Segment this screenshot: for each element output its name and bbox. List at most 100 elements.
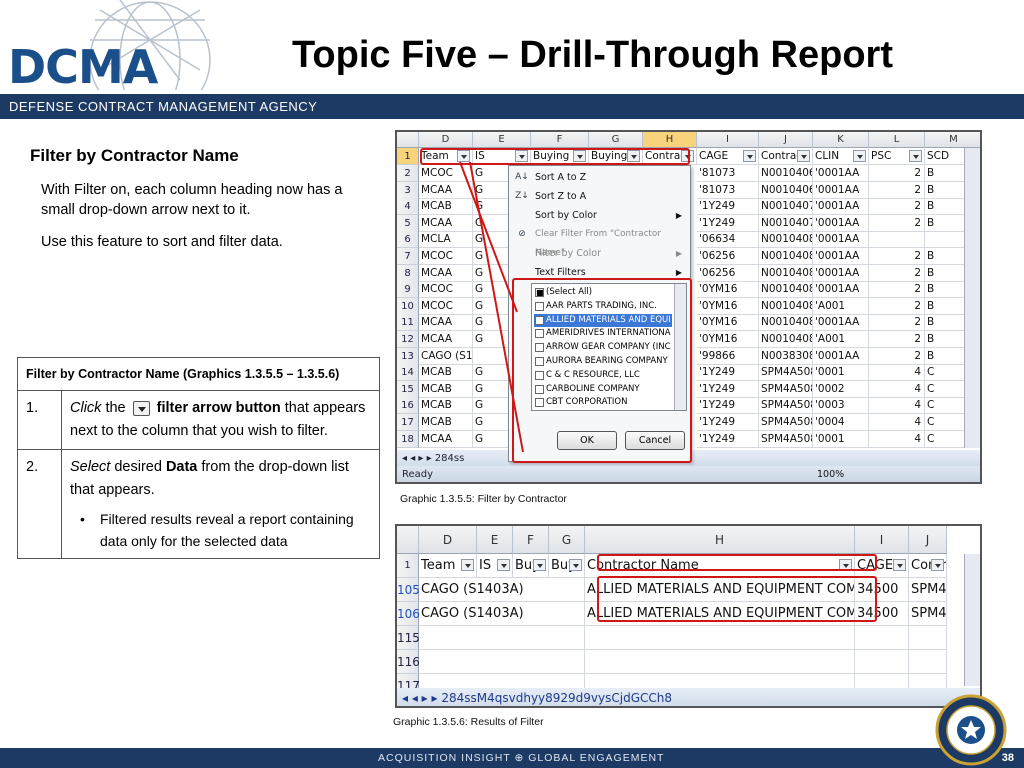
- row-header[interactable]: 16: [397, 397, 419, 415]
- cell-cage[interactable]: '0YM16: [697, 297, 759, 315]
- cell-cage[interactable]: '06256: [697, 264, 759, 282]
- column-header-l[interactable]: L: [869, 132, 925, 148]
- cell-psc[interactable]: 2: [869, 297, 925, 315]
- cell-clin[interactable]: '0001AA: [813, 181, 869, 199]
- header-cell[interactable]: Contra: [909, 554, 947, 578]
- cell-psc[interactable]: 2: [869, 214, 925, 232]
- cell-contract[interactable]: [909, 650, 947, 674]
- row-header[interactable]: 6: [397, 231, 419, 249]
- cell-clin[interactable]: '0002: [813, 380, 869, 398]
- filter-arrow-button[interactable]: [893, 559, 906, 571]
- header-cell[interactable]: CAGE: [697, 148, 759, 165]
- cell-cage[interactable]: [855, 626, 909, 650]
- filter-arrow-button[interactable]: [909, 150, 922, 162]
- sheet-tab-bar[interactable]: ◂ ◂ ▸ ▸ 284ssM4qsvdhyy8929d9vysCjdGCCh8: [397, 688, 980, 706]
- cell-contract[interactable]: N0010408: [759, 297, 813, 315]
- column-header-i[interactable]: I: [855, 526, 909, 554]
- cell-contract[interactable]: N0010408: [759, 231, 813, 249]
- corner-cell[interactable]: [397, 526, 419, 554]
- cell-psc[interactable]: 4: [869, 430, 925, 448]
- row-header[interactable]: 14: [397, 364, 419, 382]
- cell-clin[interactable]: '0003: [813, 397, 869, 415]
- cell-contract[interactable]: N0010407: [759, 198, 813, 216]
- column-header-j[interactable]: J: [909, 526, 947, 554]
- header-cell[interactable]: Contrac: [759, 148, 813, 165]
- cell-clin[interactable]: '0001AA: [813, 231, 869, 249]
- cell-contract[interactable]: N0010408: [759, 248, 813, 265]
- column-header-g[interactable]: G: [589, 132, 643, 148]
- filter-arrow-button[interactable]: [533, 559, 546, 571]
- cell-clin[interactable]: '0001AA: [813, 281, 869, 299]
- menu-sort-az[interactable]: A↓ Sort A to Z: [509, 168, 690, 187]
- cell-team[interactable]: [419, 650, 585, 674]
- row-header[interactable]: 2: [397, 165, 419, 182]
- column-header-e[interactable]: E: [473, 132, 531, 148]
- cell-psc[interactable]: 2: [869, 314, 925, 332]
- filter-arrow-button[interactable]: [853, 150, 866, 162]
- cell-contractor-name[interactable]: [585, 626, 855, 650]
- cell-cage[interactable]: '0YM16: [697, 331, 759, 348]
- cell-psc[interactable]: 2: [869, 248, 925, 265]
- cell-contract[interactable]: N0010406: [759, 165, 813, 182]
- row-header[interactable]: 10: [397, 297, 419, 315]
- cell-psc[interactable]: 2: [869, 198, 925, 216]
- column-header-m[interactable]: M: [925, 132, 980, 148]
- cell-cage[interactable]: '06256: [697, 248, 759, 265]
- column-header-h[interactable]: H: [643, 132, 697, 148]
- header-cell[interactable]: Buyi: [549, 554, 585, 578]
- cell-psc[interactable]: 2: [869, 165, 925, 182]
- cell-cage[interactable]: '0YM16: [697, 281, 759, 299]
- column-header-e[interactable]: E: [477, 526, 513, 554]
- cell-cage[interactable]: '0YM16: [697, 314, 759, 332]
- column-header-i[interactable]: I: [697, 132, 759, 148]
- row-header[interactable]: 7: [397, 248, 419, 265]
- cell-clin[interactable]: '0001AA: [813, 165, 869, 182]
- cell-contract[interactable]: SPM4A: [909, 602, 947, 626]
- row-header[interactable]: 12: [397, 331, 419, 348]
- cell-clin[interactable]: 'A001: [813, 297, 869, 315]
- column-header-f[interactable]: F: [513, 526, 549, 554]
- cell-cage[interactable]: '1Y249: [697, 430, 759, 448]
- header-cell[interactable]: Buy: [513, 554, 549, 578]
- row-header[interactable]: 106: [397, 602, 420, 626]
- row-header[interactable]: 1: [397, 148, 419, 165]
- row-header[interactable]: 18: [397, 430, 419, 448]
- cell-clin[interactable]: 'A001: [813, 331, 869, 348]
- cell-clin[interactable]: '0001AA: [813, 347, 869, 365]
- cell-clin[interactable]: '0004: [813, 414, 869, 431]
- cell-clin[interactable]: '0001AA: [813, 198, 869, 216]
- row-header[interactable]: 9: [397, 281, 419, 299]
- cell-psc[interactable]: 4: [869, 397, 925, 415]
- cell-psc[interactable]: 4: [869, 364, 925, 382]
- filter-arrow-button[interactable]: [461, 559, 474, 571]
- header-cell[interactable]: IS: [477, 554, 513, 578]
- menu-sort-za[interactable]: Z↓ Sort Z to A: [509, 187, 690, 206]
- filter-arrow-button[interactable]: [797, 150, 810, 162]
- row-header[interactable]: 15: [397, 380, 419, 398]
- column-header-h[interactable]: H: [585, 526, 855, 554]
- cell-cage[interactable]: [855, 650, 909, 674]
- row-header[interactable]: 105: [397, 578, 420, 602]
- cell-psc[interactable]: 2: [869, 281, 925, 299]
- cell-clin[interactable]: '0001: [813, 364, 869, 382]
- cell-contract[interactable]: SPM4A508: [759, 380, 813, 398]
- cell-contract[interactable]: N0010408: [759, 264, 813, 282]
- cell-contract[interactable]: N0010408: [759, 281, 813, 299]
- row-header[interactable]: 4: [397, 198, 419, 216]
- cell-cage[interactable]: '06634: [697, 231, 759, 249]
- cell-team[interactable]: [419, 626, 585, 650]
- header-cell[interactable]: PSC: [869, 148, 925, 165]
- vertical-scrollbar[interactable]: [964, 554, 980, 686]
- cell-cage[interactable]: '1Y249: [697, 397, 759, 415]
- row-header[interactable]: 8: [397, 264, 419, 282]
- cell-contract[interactable]: N0010408: [759, 314, 813, 332]
- cell-contract[interactable]: N0010407: [759, 214, 813, 232]
- row-header[interactable]: 1: [397, 554, 419, 578]
- cell-psc[interactable]: 2: [869, 181, 925, 199]
- filter-arrow-button[interactable]: [931, 559, 944, 571]
- cell-cage[interactable]: '1Y249: [697, 198, 759, 216]
- cell-psc[interactable]: 2: [869, 264, 925, 282]
- cell-cage[interactable]: '99866: [697, 347, 759, 365]
- cell-psc[interactable]: 2: [869, 331, 925, 348]
- cell-cage[interactable]: '81073: [697, 165, 759, 182]
